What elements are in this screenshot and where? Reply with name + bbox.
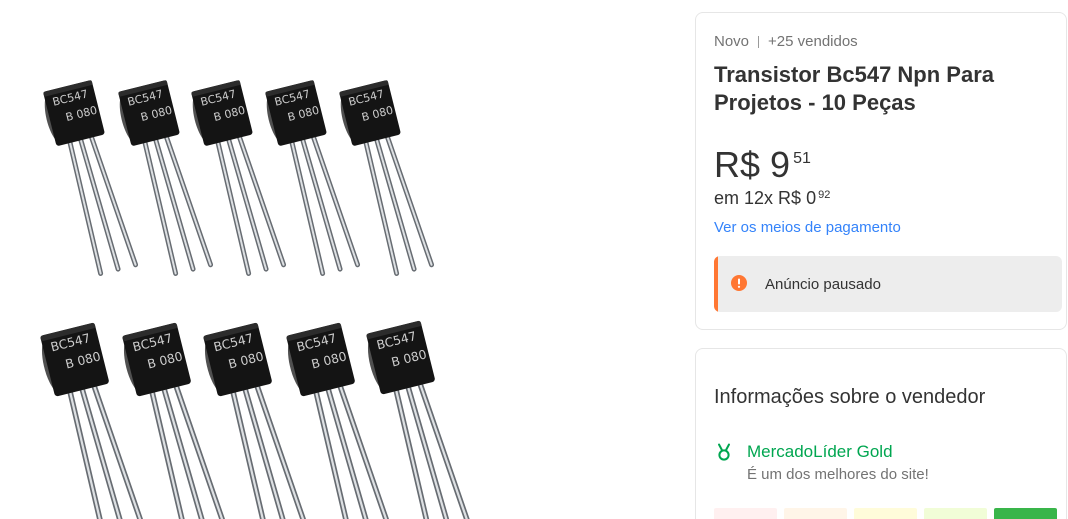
seller-badge-label[interactable]: MercadoLíder Gold [747, 442, 893, 462]
installments-currency: R$ [778, 188, 802, 208]
reputation-thermometer [714, 508, 1057, 519]
product-summary-card: Novo +25 vendidos Transistor Bc547 Npn P… [695, 12, 1067, 330]
paused-listing-alert: Anúncio pausado [714, 256, 1062, 312]
price-amount: 9 [770, 144, 791, 185]
transistor-legs [363, 133, 435, 276]
payment-methods-link[interactable]: Ver os meios de pagamento [714, 219, 901, 237]
price-cents: 51 [793, 150, 811, 167]
reputation-level-4 [924, 508, 987, 519]
exclamation-circle-icon [731, 275, 747, 291]
installments-cents: 92 [818, 189, 831, 201]
installments-amount: 0 [806, 188, 817, 208]
alert-accent-bar [714, 256, 718, 312]
seller-section-title: Informações sobre o vendedor [714, 386, 986, 408]
transistor-legs [67, 133, 139, 276]
condition-label: Novo [714, 33, 750, 50]
product-title: Transistor Bc547 Npn Para Projetos - 10 … [714, 62, 995, 115]
reputation-level-5 [994, 508, 1057, 519]
reputation-level-1 [714, 508, 777, 519]
product-photo: BC547B 080BC547B 080BC547B 080BC547B 080… [40, 80, 470, 519]
separator [758, 36, 760, 48]
price-currency: R$ [714, 144, 761, 185]
installments: em 12x R$ 0 92 [714, 187, 830, 212]
transistor-legs [313, 382, 393, 519]
seller-info-card: Informações sobre o vendedor MercadoLíde… [695, 348, 1067, 519]
transistor-legs [289, 133, 361, 276]
transistor-legs [142, 133, 214, 276]
product-subtitle: Novo +25 vendidos [714, 33, 858, 51]
medal-icon [718, 443, 730, 461]
price: R$ 9 51 [714, 145, 811, 193]
product-image[interactable]: BC547 B 080 BC547 B 080 BC547 B 080 BC547 B 080… [0, 0, 470, 519]
seller-badge-description: É um dos melhores do site! [747, 466, 929, 483]
alert-message: Anúncio pausado [765, 276, 881, 293]
transistor-legs [149, 382, 229, 519]
transistor-legs [215, 133, 287, 276]
transistor-legs [230, 382, 310, 519]
installments-label: em 12x [714, 188, 774, 208]
transistor-legs [67, 382, 147, 519]
sold-count: +25 vendidos [768, 33, 858, 50]
transistor-group: BC547B 080BC547B 080BC547B 080BC547B 080… [40, 80, 470, 519]
transistor-legs [393, 380, 470, 519]
reputation-level-3 [854, 508, 917, 519]
reputation-level-2 [784, 508, 847, 519]
